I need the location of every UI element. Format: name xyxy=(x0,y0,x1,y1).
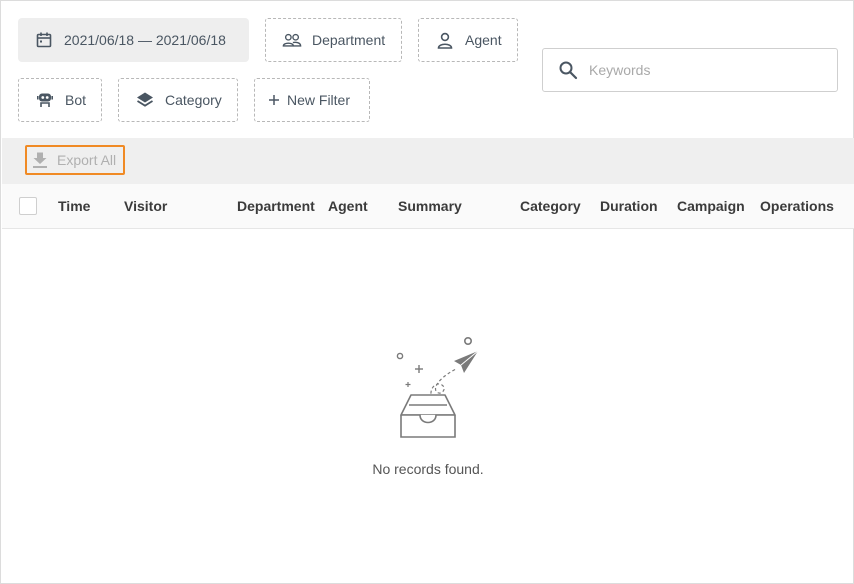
new-filter-label: New Filter xyxy=(287,92,351,108)
table-header: Time Visitor Department Agent Summary Ca… xyxy=(2,184,854,229)
layers-icon xyxy=(135,90,155,110)
agent-filter[interactable]: Agent xyxy=(418,18,518,62)
search-input[interactable] xyxy=(589,62,819,78)
agent-filter-label: Agent xyxy=(465,32,502,48)
column-header-summary[interactable]: Summary xyxy=(398,198,462,214)
bot-filter-label: Bot xyxy=(65,92,87,108)
call-log-panel: 2021/06/18 — 2021/06/18 Department Agent… xyxy=(0,0,854,584)
table-toolbar: Export All xyxy=(2,138,854,184)
department-filter-label: Department xyxy=(312,32,386,48)
date-range-label: 2021/06/18 — 2021/06/18 xyxy=(64,32,226,48)
column-header-agent[interactable]: Agent xyxy=(328,198,368,214)
category-filter-label: Category xyxy=(165,92,222,108)
empty-state-message: No records found. xyxy=(372,461,484,477)
category-filter[interactable]: Category xyxy=(118,78,238,122)
column-header-campaign[interactable]: Campaign xyxy=(677,198,745,214)
column-header-visitor[interactable]: Visitor xyxy=(124,198,167,214)
team-icon xyxy=(282,30,302,50)
person-icon xyxy=(435,30,455,50)
export-all-button[interactable]: Export All xyxy=(25,145,125,175)
empty-inbox-icon xyxy=(396,337,478,438)
date-range-filter[interactable]: 2021/06/18 — 2021/06/18 xyxy=(18,18,249,62)
keyword-search xyxy=(542,48,838,92)
column-header-category[interactable]: Category xyxy=(520,198,581,214)
plus-icon xyxy=(267,90,281,110)
calendar-icon xyxy=(34,30,54,50)
select-all-checkbox[interactable] xyxy=(19,197,37,215)
download-icon xyxy=(31,151,49,169)
column-header-duration[interactable]: Duration xyxy=(600,198,658,214)
search-icon xyxy=(557,59,579,81)
column-header-department[interactable]: Department xyxy=(237,198,315,214)
export-all-label: Export All xyxy=(57,152,117,168)
column-header-time[interactable]: Time xyxy=(58,198,90,214)
empty-state: No records found. xyxy=(1,331,854,477)
department-filter[interactable]: Department xyxy=(265,18,402,62)
robot-icon xyxy=(35,90,55,110)
bot-filter[interactable]: Bot xyxy=(18,78,102,122)
new-filter-button[interactable]: New Filter xyxy=(254,78,370,122)
column-header-operations[interactable]: Operations xyxy=(760,198,834,214)
